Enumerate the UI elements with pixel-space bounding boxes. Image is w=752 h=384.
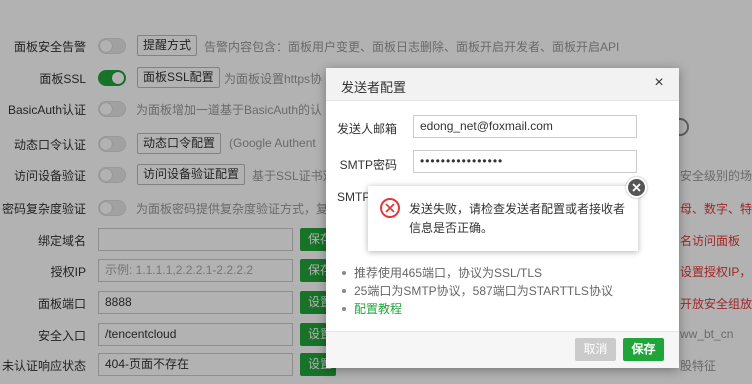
list-item: 推荐使用465端口，协议为SSL/TLS xyxy=(341,264,661,282)
dialog-footer: 取消 保存 xyxy=(326,331,679,368)
close-icon[interactable]: × xyxy=(651,75,667,91)
sender-email-label: 发送人邮箱 xyxy=(336,122,397,136)
save-button[interactable]: 保存 xyxy=(623,338,664,361)
error-message: 发送失败，请检查发送者配置或者接收者信息是否正确。 xyxy=(409,202,626,235)
cancel-button[interactable]: 取消 xyxy=(575,338,616,361)
tips-list: 推荐使用465端口，协议为SSL/TLS 25端口为SMTP协议，587端口为S… xyxy=(341,264,661,318)
error-toast: 发送失败，请检查发送者配置或者接收者信息是否正确。 xyxy=(368,186,638,251)
smtp-password-input[interactable]: •••••••••••••••• xyxy=(413,150,637,173)
dialog-header: 发送者配置 × xyxy=(326,68,679,101)
config-tutorial-link[interactable]: 配置教程 xyxy=(341,300,661,318)
toast-close-icon[interactable] xyxy=(626,177,647,198)
dialog-title: 发送者配置 xyxy=(341,80,407,95)
sender-email-input[interactable]: edong_net@foxmail.com xyxy=(413,115,637,138)
list-item: 25端口为SMTP协议，587端口为STARTTLS协议 xyxy=(341,282,661,300)
smtp-password-label: SMTP密码 xyxy=(339,158,397,172)
error-circle-icon xyxy=(380,198,400,218)
smtp-server-label: SMTP xyxy=(337,190,371,204)
